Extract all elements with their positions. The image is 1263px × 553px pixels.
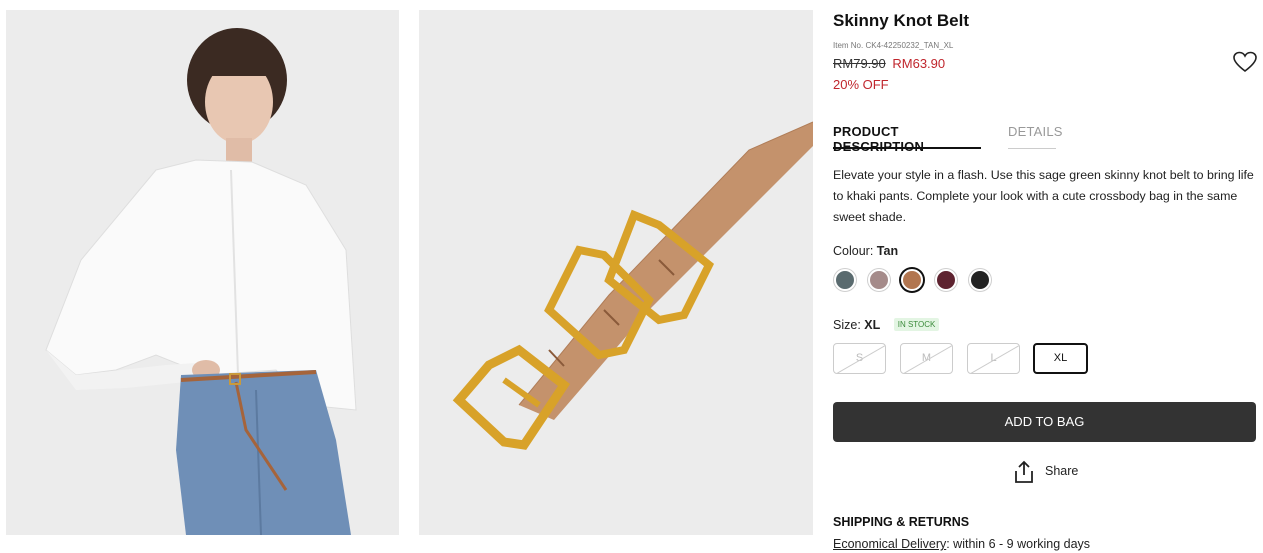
- product-info-panel: Skinny Knot Belt Item No. CK4-42250232_T…: [833, 0, 1257, 553]
- economical-delivery-link[interactable]: Economical Delivery: [833, 537, 946, 551]
- selected-colour: Tan: [876, 244, 899, 258]
- original-price: RM79.90: [833, 56, 886, 71]
- product-image-model[interactable]: [6, 10, 399, 535]
- sale-price: RM63.90: [892, 56, 946, 71]
- selected-size: XL: [864, 318, 881, 332]
- size-option-l[interactable]: L: [967, 343, 1020, 374]
- swatch-tan[interactable]: [901, 269, 923, 291]
- size-option-m[interactable]: M: [900, 343, 953, 374]
- add-to-bag-button[interactable]: ADD TO BAG: [833, 402, 1256, 442]
- share-label: Share: [1045, 464, 1079, 478]
- size-option-xl[interactable]: XL: [1033, 343, 1088, 374]
- size-options: S M L XL: [833, 343, 1133, 375]
- price-row: RM79.90 RM63.90: [833, 56, 945, 71]
- product-title: Skinny Knot Belt: [833, 11, 970, 30]
- product-image-belt[interactable]: [419, 10, 813, 535]
- wishlist-heart-icon[interactable]: [1233, 51, 1257, 73]
- belt-photo: [419, 10, 813, 535]
- share-button[interactable]: Share: [1013, 460, 1083, 484]
- colour-swatches: [833, 269, 1033, 291]
- swatch-black[interactable]: [969, 269, 991, 291]
- swatch-mauve[interactable]: [868, 269, 890, 291]
- delivery-time: : within 6 - 9 working days: [946, 537, 1091, 551]
- discount-label: 20% OFF: [833, 77, 889, 92]
- tab-details[interactable]: DETAILS: [1008, 124, 1062, 149]
- size-label: Size:: [833, 318, 861, 332]
- size-label-row: Size: XL IN STOCK: [833, 318, 940, 332]
- product-description: Elevate your style in a flash. Use this …: [833, 168, 1254, 224]
- swatch-slate[interactable]: [834, 269, 856, 291]
- colour-label-row: Colour: Tan: [833, 244, 898, 258]
- stock-badge: IN STOCK: [893, 318, 940, 331]
- shipping-returns-heading: SHIPPING & RETURNS: [833, 515, 970, 529]
- model-photo: [6, 10, 399, 535]
- delivery-info: Economical Delivery: within 6 - 9 workin…: [833, 537, 1090, 551]
- swatch-burgundy[interactable]: [935, 269, 957, 291]
- share-icon: [1015, 460, 1033, 483]
- colour-label: Colour:: [833, 244, 874, 258]
- item-number: Item No. CK4-42250232_TAN_XL: [833, 41, 954, 50]
- size-option-s[interactable]: S: [833, 343, 886, 374]
- info-tabs: PRODUCT DESCRIPTION DETAILS: [833, 124, 1256, 154]
- tab-product-description[interactable]: PRODUCT DESCRIPTION: [833, 124, 981, 154]
